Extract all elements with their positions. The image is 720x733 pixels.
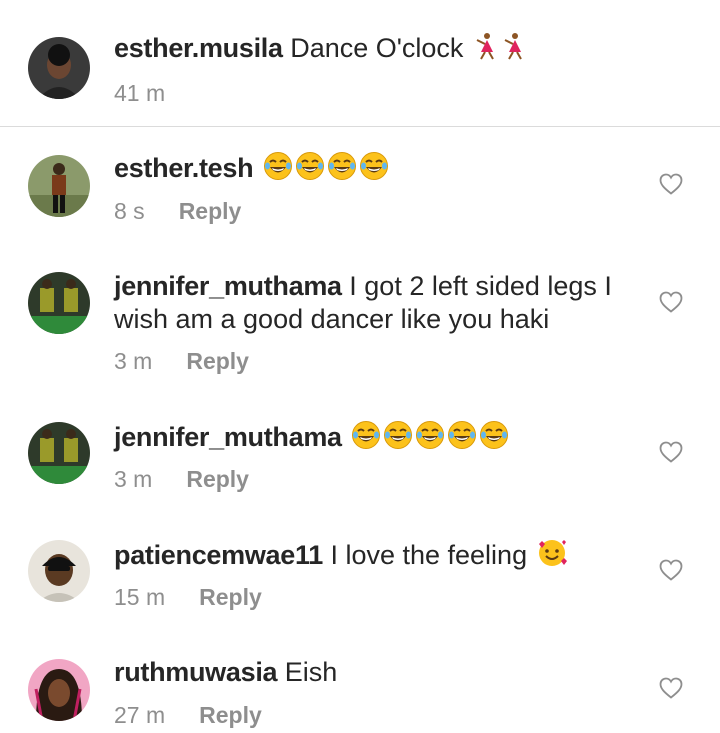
avatar[interactable] bbox=[28, 37, 90, 99]
like-heart-icon[interactable] bbox=[659, 291, 683, 313]
reply-button[interactable]: Reply bbox=[199, 584, 262, 611]
laugh-emoji bbox=[263, 151, 293, 189]
avatar-photo bbox=[28, 155, 90, 217]
comment-meta: 3 m Reply bbox=[114, 466, 249, 493]
avatar[interactable] bbox=[28, 659, 90, 721]
caption-text: esther.musila Dance O'clock bbox=[114, 32, 634, 68]
comment-time: 3 m bbox=[114, 348, 153, 374]
caption-username[interactable]: esther.musila bbox=[114, 33, 283, 63]
like-heart-icon[interactable] bbox=[659, 559, 683, 581]
avatar-photo bbox=[28, 540, 90, 602]
avatar-photo bbox=[28, 272, 90, 334]
reply-button[interactable]: Reply bbox=[199, 702, 262, 729]
comment-time: 8 s bbox=[114, 198, 145, 224]
reply-button[interactable]: Reply bbox=[186, 466, 249, 493]
avatar[interactable] bbox=[28, 272, 90, 334]
comment-text: jennifer_muthama I got 2 left sided legs… bbox=[114, 270, 634, 336]
comment-username[interactable]: ruthmuwasia bbox=[114, 657, 278, 687]
avatar-photo bbox=[28, 659, 90, 721]
emoji-row bbox=[261, 152, 389, 183]
laugh-emoji bbox=[359, 151, 389, 189]
post-caption: esther.musila Dance O'clock 41 m bbox=[0, 0, 720, 127]
caption-message: Dance O'clock bbox=[290, 33, 464, 64]
laugh-emoji bbox=[447, 420, 477, 458]
avatar-photo bbox=[28, 37, 90, 99]
comment-username[interactable]: jennifer_muthama bbox=[114, 422, 342, 452]
comment-username[interactable]: jennifer_muthama bbox=[114, 271, 342, 301]
comment-message: Eish bbox=[284, 657, 338, 687]
comment-text: jennifer_muthama bbox=[114, 420, 634, 458]
dancer-emoji bbox=[473, 32, 499, 68]
laugh-emoji bbox=[351, 420, 381, 458]
avatar[interactable] bbox=[28, 422, 90, 484]
comment-meta: 15 m Reply bbox=[114, 584, 262, 611]
comment-meta: 8 s Reply bbox=[114, 198, 241, 225]
avatar[interactable] bbox=[28, 155, 90, 217]
laugh-emoji bbox=[383, 420, 413, 458]
comment-meta: 27 m Reply bbox=[114, 702, 262, 729]
emoji-row bbox=[349, 421, 509, 452]
caption-time: 41 m bbox=[114, 80, 166, 106]
like-heart-icon[interactable] bbox=[659, 677, 683, 699]
like-heart-icon[interactable] bbox=[659, 173, 683, 195]
caption-meta: 41 m bbox=[114, 80, 199, 107]
comment-meta: 3 m Reply bbox=[114, 348, 249, 375]
divider bbox=[0, 126, 720, 127]
smiling-hearts-emoji bbox=[537, 538, 567, 576]
comment-time: 3 m bbox=[114, 466, 153, 492]
comment-time: 15 m bbox=[114, 584, 166, 610]
avatar[interactable] bbox=[28, 540, 90, 602]
comment-time: 27 m bbox=[114, 702, 166, 728]
comment-username[interactable]: patiencemwae11 bbox=[114, 540, 323, 570]
avatar-photo bbox=[28, 422, 90, 484]
comment-message: I love the feeling bbox=[330, 540, 528, 571]
dancer-emoji bbox=[501, 32, 527, 68]
laugh-emoji bbox=[295, 151, 325, 189]
comment-username[interactable]: esther.tesh bbox=[114, 153, 254, 183]
comment-text: patiencemwae11 I love the feeling bbox=[114, 538, 634, 576]
like-heart-icon[interactable] bbox=[659, 441, 683, 463]
laugh-emoji bbox=[415, 420, 445, 458]
laugh-emoji bbox=[327, 151, 357, 189]
comment-text: esther.tesh bbox=[114, 151, 634, 189]
reply-button[interactable]: Reply bbox=[179, 198, 242, 225]
comment-text: ruthmuwasia Eish bbox=[114, 656, 634, 689]
laugh-emoji bbox=[479, 420, 509, 458]
reply-button[interactable]: Reply bbox=[186, 348, 249, 375]
